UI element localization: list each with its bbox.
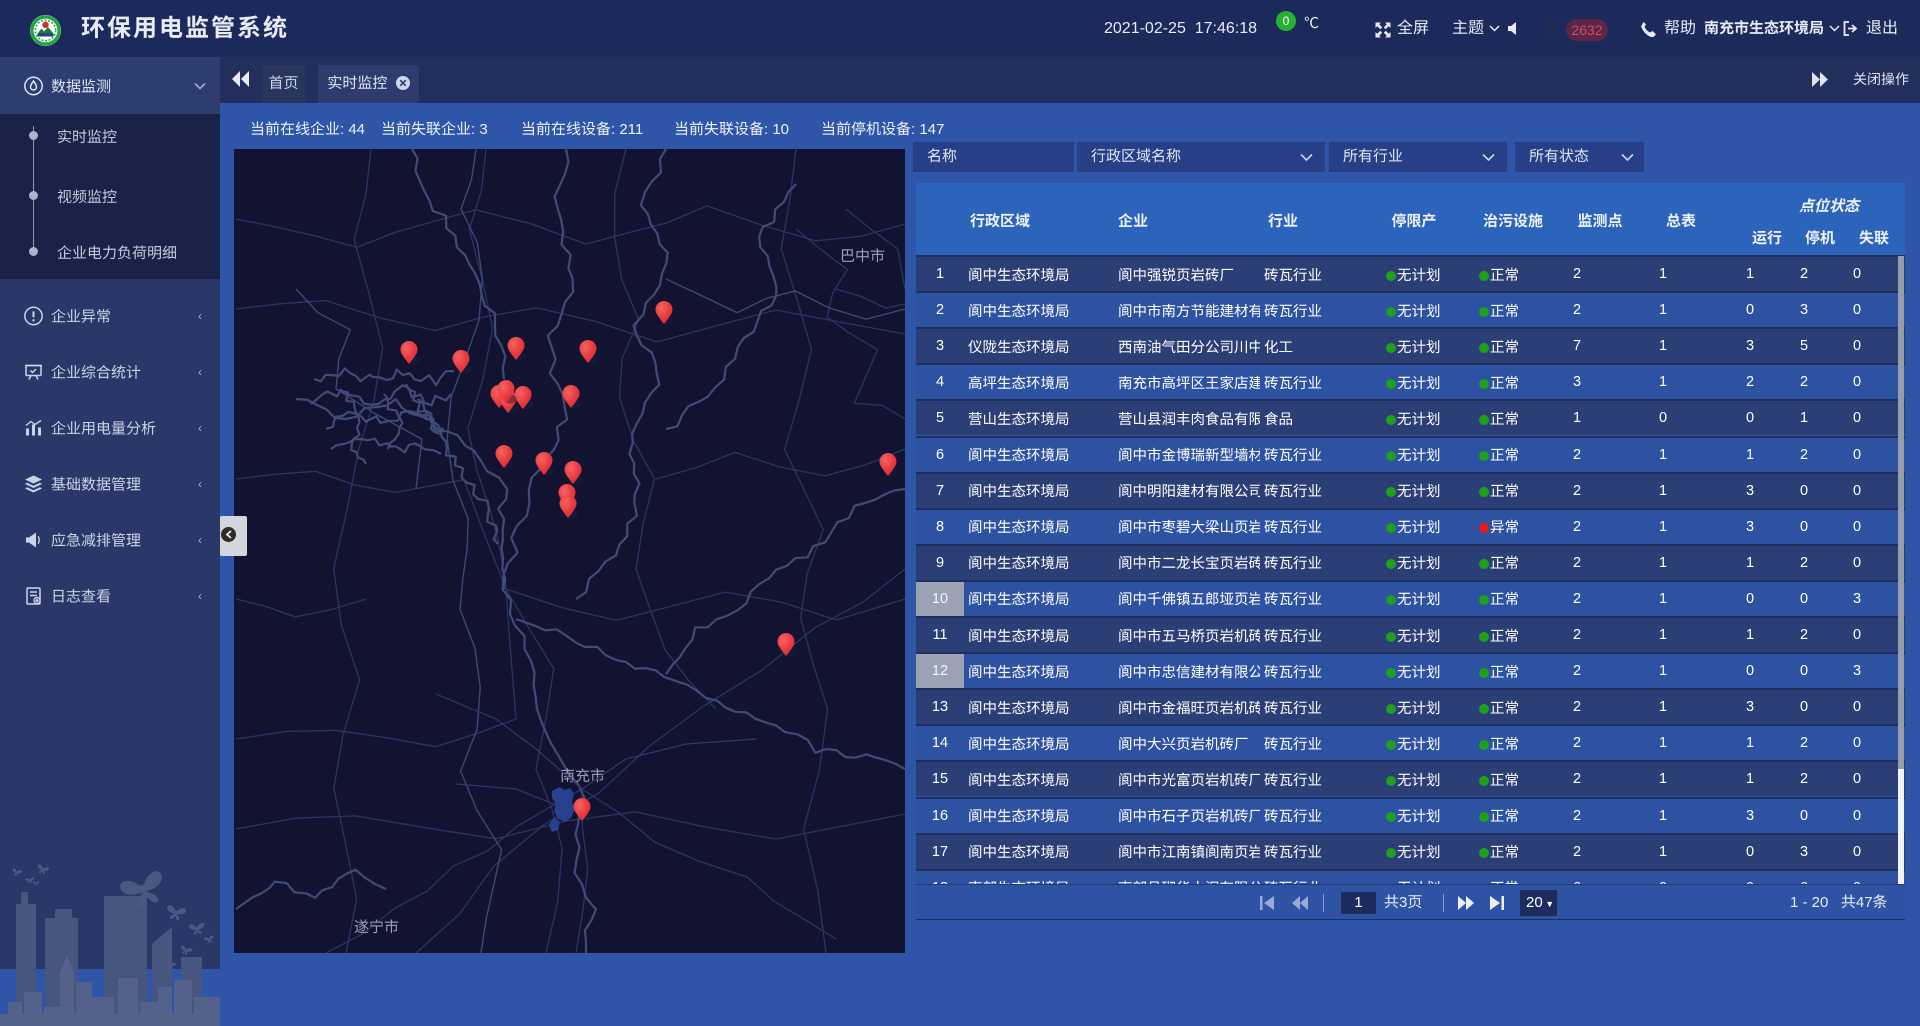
svg-text:遂宁市: 遂宁市	[354, 919, 399, 936]
svg-text:巴中市: 巴中市	[840, 248, 885, 265]
